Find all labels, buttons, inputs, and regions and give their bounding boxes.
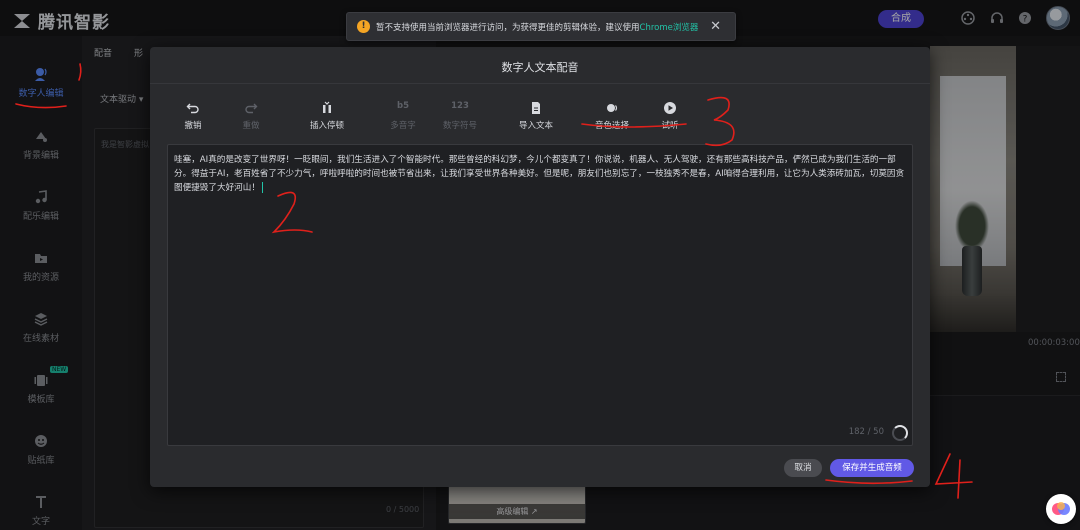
browser-warning-toast: ! 暂不支持使用当前浏览器进行访问，为获得更佳的剪辑体验，建议使用 Chrome…: [346, 12, 736, 41]
import-text-icon: [516, 101, 556, 115]
number-symbol-button[interactable]: 123 数字符号: [440, 101, 480, 131]
import-text-label: 导入文本: [518, 121, 553, 131]
loading-spinner-icon: [892, 425, 908, 441]
polyphone-label: 多音字: [390, 121, 416, 131]
insert-pause-icon: [307, 101, 347, 115]
undo-label: 撤销: [184, 121, 202, 131]
polyphone-button[interactable]: b5 多音字: [388, 101, 418, 131]
chrome-link[interactable]: Chrome浏览器: [640, 21, 699, 33]
text-dubbing-dialog: 数字人文本配音 撤销 重做 插入停顿 b5 多音字 123 数字符号 导入文本: [150, 47, 930, 487]
import-text-button[interactable]: 导入文本: [516, 101, 556, 131]
char-count: 182 / 50: [848, 427, 884, 437]
save-generate-audio-button[interactable]: 保存并生成音频: [830, 459, 914, 477]
redo-icon: [239, 101, 263, 115]
number-symbol-icon: 123: [451, 101, 469, 111]
warning-icon: !: [357, 20, 370, 33]
voice-select-button[interactable]: 音色选择: [592, 101, 632, 131]
dialog-divider: [150, 83, 930, 84]
voice-select-icon: [592, 101, 632, 115]
cancel-button[interactable]: 取消: [784, 459, 822, 477]
number-symbol-label: 数字符号: [442, 121, 477, 131]
redo-button[interactable]: 重做: [239, 101, 263, 131]
dubbing-text-editor[interactable]: 哇塞，AI真的是改变了世界呀！一眨眼间，我们生活进入了个智能时代。那些曾经的科幻…: [167, 144, 913, 446]
close-icon[interactable]: ✕: [710, 19, 721, 34]
toast-message: 暂不支持使用当前浏览器进行访问，为获得更佳的剪辑体验，建议使用: [376, 22, 640, 33]
redo-label: 重做: [242, 121, 260, 131]
text-caret: [261, 182, 263, 193]
undo-button[interactable]: 撤销: [181, 101, 205, 131]
undo-icon: [181, 101, 205, 115]
insert-pause-button[interactable]: 插入停顿: [307, 101, 347, 131]
dialog-title: 数字人文本配音: [501, 61, 579, 74]
voice-select-label: 音色选择: [594, 121, 629, 131]
play-icon: [658, 101, 682, 115]
dubbing-text: 哇塞，AI真的是改变了世界呀！一眨眼间，我们生活进入了个智能时代。那些曾经的科幻…: [174, 155, 905, 193]
ai-assistant-button[interactable]: [1046, 494, 1076, 524]
insert-pause-label: 插入停顿: [309, 121, 344, 131]
polyphone-icon: b5: [397, 101, 409, 111]
preview-listen-label: 试听: [661, 121, 679, 131]
preview-listen-button[interactable]: 试听: [658, 101, 682, 131]
